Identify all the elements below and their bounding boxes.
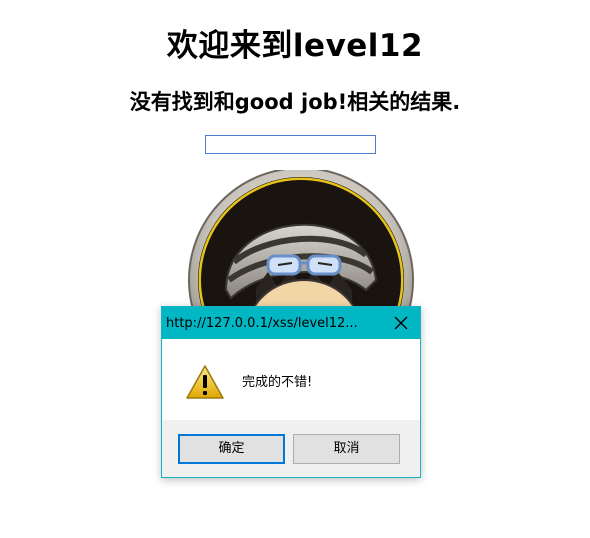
dialog-message: 完成的不错! [242, 375, 313, 390]
dialog-titlebar[interactable]: http://127.0.0.1/xss/level12... [162, 307, 420, 339]
search-input[interactable] [205, 135, 376, 154]
alert-dialog: http://127.0.0.1/xss/level12... 完成的不错! 确… [161, 306, 421, 478]
page: 欢迎来到level12 没有找到和good job!相关的结果. http://… [0, 0, 590, 538]
dialog-body: 完成的不错! [162, 339, 420, 420]
warning-icon [185, 364, 225, 400]
close-icon[interactable] [388, 310, 414, 336]
cancel-button[interactable]: 取消 [293, 434, 400, 464]
ok-button[interactable]: 确定 [178, 434, 285, 464]
dialog-title: http://127.0.0.1/xss/level12... [166, 316, 358, 331]
page-title: 欢迎来到level12 [166, 28, 424, 64]
dialog-footer: 确定 取消 [162, 420, 420, 477]
search-result-text: 没有找到和good job!相关的结果. [129, 90, 461, 114]
